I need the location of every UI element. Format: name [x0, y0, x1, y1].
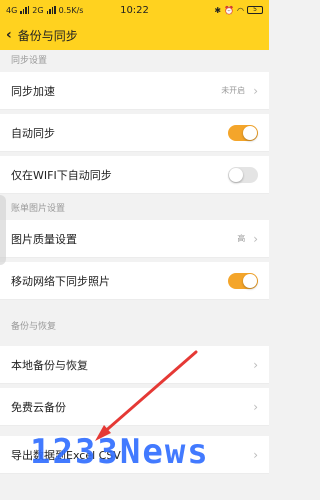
annotation-arrow: [95, 350, 198, 441]
watermark-logo: 1233News: [30, 432, 210, 472]
